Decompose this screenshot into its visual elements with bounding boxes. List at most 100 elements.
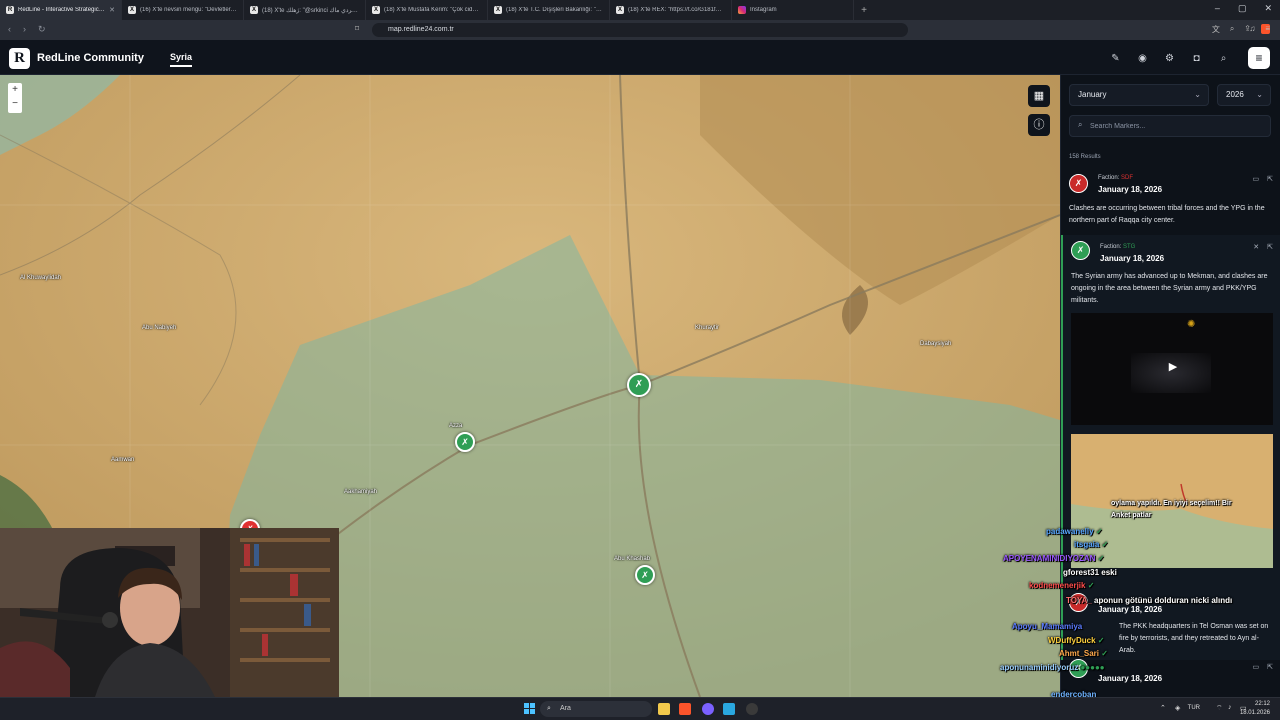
- x-icon: X: [128, 6, 136, 14]
- faction-marker[interactable]: ✗: [635, 565, 655, 585]
- marker-card[interactable]: ✗ Faction: SDF January 18, 2026 ▭ ⇱ Clash…: [1061, 169, 1280, 231]
- location-pin-icon[interactable]: ◉: [1136, 52, 1149, 65]
- faction-line: Faction: STG: [1100, 244, 1136, 250]
- rifle-icon: ✗: [641, 570, 649, 580]
- video-icon[interactable]: ▭: [1253, 663, 1260, 671]
- x-icon: X: [250, 6, 258, 14]
- instagram-icon: [738, 6, 746, 14]
- back-icon[interactable]: ‹: [8, 24, 11, 35]
- chevron-down-icon: ⌄: [1256, 90, 1263, 99]
- forward-icon[interactable]: ›: [23, 24, 26, 35]
- play-icon[interactable]: ▶: [1163, 357, 1183, 377]
- place-label: Khuraytir: [695, 325, 720, 331]
- maximize-icon[interactable]: ▢: [1238, 3, 1247, 14]
- video-player[interactable]: ✺ ▶: [1071, 313, 1273, 425]
- gear-icon[interactable]: ⚙: [1163, 52, 1176, 65]
- brand-title[interactable]: RedLine Community: [37, 52, 144, 64]
- browser-tab[interactable]: X (18) X'te REX: "https://t.co/G181fOVI: [610, 0, 732, 20]
- volume-icon[interactable]: ♪: [1228, 704, 1232, 711]
- external-link-icon[interactable]: ⇱: [1267, 243, 1273, 251]
- place-label: Abu Nabiyeh: [142, 325, 177, 331]
- language-indicator[interactable]: TUR: [1188, 705, 1200, 711]
- map-info-button[interactable]: ⓘ: [1028, 114, 1050, 136]
- place-label: Al Khuwaylidah: [20, 275, 62, 281]
- wifi-icon[interactable]: ⌔: [1216, 704, 1223, 713]
- webcam-image: [0, 528, 339, 697]
- emblem-icon: ✺: [1187, 319, 1196, 330]
- url-field[interactable]: map.redline24.com.tr: [372, 23, 908, 37]
- search-icon: ⌕: [1078, 120, 1083, 129]
- external-link-icon[interactable]: ⇱: [1267, 663, 1273, 671]
- info-icon: ⓘ: [1033, 119, 1045, 131]
- discord-icon[interactable]: [702, 703, 714, 715]
- thumbnail-caption: oylama yapıldı. En iyiyi seçelim!! Bir: [1111, 500, 1232, 507]
- card-date: January 18, 2026: [1100, 254, 1165, 263]
- year-select[interactable]: 2026 ⌄: [1217, 84, 1271, 106]
- chat-message: itsgaia ✓: [1074, 540, 1109, 549]
- faction-name: SDF: [1121, 175, 1134, 181]
- tray-chevron-icon[interactable]: ⌃: [1160, 704, 1166, 712]
- file-explorer-icon[interactable]: [658, 703, 670, 715]
- translate-icon[interactable]: 文: [1212, 24, 1220, 35]
- card-date: January 18, 2026: [1098, 605, 1163, 614]
- card-actions: ▭ ⇱: [1253, 663, 1274, 671]
- telegram-icon[interactable]: [723, 703, 735, 715]
- pen-icon[interactable]: ✎: [1109, 52, 1122, 65]
- chat-message: padawanelly ✓: [1046, 527, 1103, 536]
- windows-start-icon[interactable]: [524, 703, 535, 714]
- nav-tab-syria[interactable]: Syria: [170, 52, 193, 67]
- map-layers-button[interactable]: ▦: [1028, 85, 1050, 107]
- extensions-icon[interactable]: ♫: [1249, 24, 1255, 33]
- browser-menu-icon[interactable]: ≡: [1265, 24, 1270, 33]
- rifle-icon: ✗: [1074, 178, 1083, 188]
- card-text: Clashes are occurring between tribal for…: [1069, 205, 1265, 224]
- hamburger-menu-button[interactable]: ≡: [1248, 47, 1270, 69]
- new-tab-button[interactable]: +: [854, 5, 874, 16]
- zoom-out-button[interactable]: −: [8, 97, 22, 111]
- windows-taskbar: ⌕ Ara ⌃ ◈ TUR ⌔ ♪ ▭ 22:12 18.01.2026: [0, 697, 1280, 720]
- place-label: Dabaysiyah: [920, 341, 952, 347]
- place-label: Abu Khashab: [614, 556, 651, 562]
- brave-browser-icon[interactable]: [679, 703, 691, 715]
- card-date: January 18, 2026: [1098, 674, 1163, 683]
- zoom-icon[interactable]: ⌕: [1230, 24, 1234, 35]
- bookmark-icon[interactable]: ⌑: [355, 24, 359, 33]
- obs-icon[interactable]: [746, 703, 758, 715]
- redline-logo[interactable]: R: [9, 48, 30, 69]
- external-link-icon[interactable]: ⇱: [1267, 175, 1273, 183]
- close-window-icon[interactable]: ✕: [1264, 3, 1272, 14]
- chat-message: kodnemenerjik ✓: [1029, 581, 1095, 590]
- app-header: R RedLine Community Syria ✎ ◉ ⚙ ◘ ⌕ ≡: [0, 40, 1280, 75]
- browser-tab[interactable]: X (18) X'te T.C. Dışişleri Bakanlığı: "So…: [488, 0, 610, 20]
- search-icon[interactable]: ⌕: [1217, 52, 1230, 65]
- tray-app-icon[interactable]: ◈: [1175, 704, 1180, 712]
- extensions: ♫ ≡: [1249, 24, 1270, 33]
- clock[interactable]: 22:12 18.01.2026: [1240, 700, 1270, 718]
- browser-tab[interactable]: R RedLine - Interactive Strategic M ✕: [0, 0, 122, 20]
- browser-nav: ‹ › ↻: [8, 24, 46, 35]
- rifle-icon: ✗: [634, 379, 644, 390]
- close-icon[interactable]: ✕: [1253, 243, 1259, 251]
- reload-icon[interactable]: ↻: [38, 24, 46, 35]
- camera-icon[interactable]: ◘: [1190, 52, 1203, 65]
- card-actions: ✕ ⇱: [1253, 243, 1273, 251]
- x-icon: X: [494, 6, 502, 14]
- rifle-icon: ✗: [1076, 245, 1085, 255]
- webcam-feed: [0, 528, 339, 697]
- zoom-in-button[interactable]: +: [8, 83, 22, 97]
- browser-tab[interactable]: X (18) X'te Mustafa Kerim: "Çok ciddi b: [366, 0, 488, 20]
- month-select[interactable]: January ⌄: [1069, 84, 1209, 106]
- chat-message: Apoyu_Mamamiya: [1012, 622, 1083, 631]
- faction-marker-selected[interactable]: ✗: [627, 373, 651, 397]
- browser-tab[interactable]: Instagram: [732, 0, 854, 20]
- thumbnail-caption: Anket patlar: [1111, 512, 1152, 519]
- faction-marker[interactable]: ✗: [455, 432, 475, 452]
- minimize-icon[interactable]: –: [1215, 3, 1220, 14]
- taskbar-search[interactable]: ⌕ Ara: [540, 701, 652, 717]
- browser-tab[interactable]: X (16) X'te nevsin mengu: "Devletler dı: [122, 0, 244, 20]
- video-icon[interactable]: ▭: [1253, 175, 1260, 183]
- search-input[interactable]: [1090, 119, 1265, 133]
- close-tab-icon[interactable]: ✕: [109, 6, 115, 14]
- card-actions: ▭ ⇱: [1253, 175, 1274, 183]
- browser-tab[interactable]: X(18) X'te ژهلك: "@srkinci الكردي ماك": [244, 0, 366, 20]
